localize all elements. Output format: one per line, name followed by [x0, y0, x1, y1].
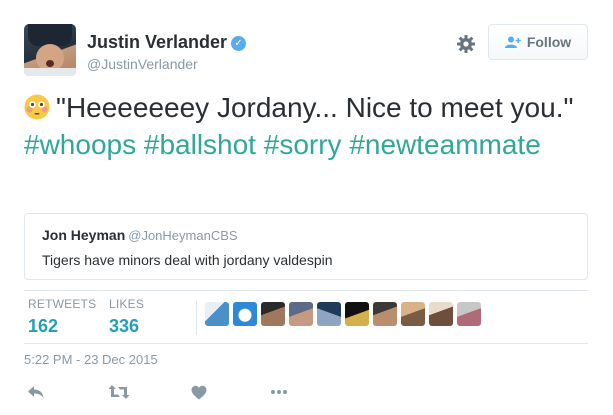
- retweets-count: 162: [28, 316, 59, 336]
- liker-avatar[interactable]: [373, 302, 397, 326]
- author-names: Justin Verlander ✓ @JustinVerlander: [87, 32, 247, 72]
- verified-badge-icon: ✓: [231, 36, 247, 51]
- more-button[interactable]: [270, 380, 288, 404]
- liker-avatars: [205, 302, 481, 326]
- like-heart-icon: [191, 385, 207, 399]
- likes-count: 336: [109, 316, 140, 336]
- tweet-timestamp[interactable]: 5:22 PM - 23 Dec 2015: [24, 352, 158, 367]
- tweet-actions: [24, 380, 588, 404]
- author-name[interactable]: Justin Verlander: [87, 32, 227, 53]
- retweet-icon: [108, 385, 130, 399]
- tweet-header: Justin Verlander ✓ @JustinVerlander Follo…: [24, 24, 589, 76]
- reply-icon: [28, 386, 44, 398]
- follow-button-label: Follow: [526, 34, 572, 50]
- avatar[interactable]: [24, 24, 76, 76]
- liker-avatar[interactable]: [317, 302, 341, 326]
- tweet-stats: RETWEETS 162 LIKES 336: [24, 290, 588, 344]
- hashtag-whoops[interactable]: #whoops: [24, 129, 136, 160]
- liker-avatar[interactable]: [429, 302, 453, 326]
- quoted-tweet[interactable]: Jon Heyman @JonHeymanCBS Tigers have mino…: [24, 213, 588, 280]
- liker-avatar[interactable]: [345, 302, 369, 326]
- liker-avatar[interactable]: [401, 302, 425, 326]
- quoted-tweet-header: Jon Heyman @JonHeymanCBS: [42, 227, 238, 243]
- likes-stat[interactable]: LIKES 336: [109, 297, 144, 337]
- reply-button[interactable]: [27, 380, 45, 404]
- stats-divider: [196, 301, 197, 335]
- tweet-quote-text: "Heeeeeeey Jordany... Nice to meet you.": [56, 92, 574, 123]
- liker-avatar[interactable]: [261, 302, 285, 326]
- follow-person-icon: [504, 36, 521, 48]
- liker-avatar[interactable]: [205, 302, 229, 326]
- flushed-face-emoji: [24, 94, 50, 120]
- retweets-stat[interactable]: RETWEETS 162: [28, 297, 96, 337]
- follow-button[interactable]: Follow: [488, 24, 588, 60]
- retweets-label: RETWEETS: [28, 297, 97, 311]
- like-button[interactable]: [191, 380, 207, 404]
- hashtag-sorry[interactable]: #sorry: [264, 129, 342, 160]
- retweet-button[interactable]: [108, 380, 130, 404]
- liker-avatar[interactable]: [457, 302, 481, 326]
- more-icon: [271, 390, 287, 394]
- liker-avatar[interactable]: [233, 302, 257, 326]
- hashtag-newteammate[interactable]: #newteammate: [349, 129, 540, 160]
- liker-avatar[interactable]: [289, 302, 313, 326]
- author-handle[interactable]: @JustinVerlander: [87, 56, 246, 72]
- hashtag-ballshot[interactable]: #ballshot: [144, 129, 256, 160]
- tweet-text: "Heeeeeeey Jordany... Nice to meet you."…: [24, 89, 584, 163]
- quoted-tweet-text: Tigers have minors deal with jordany val…: [42, 252, 333, 268]
- likes-label: LIKES: [109, 297, 145, 311]
- gear-icon[interactable]: [457, 35, 475, 53]
- quoted-author-name: Jon Heyman: [42, 227, 126, 243]
- quoted-author-handle: @JonHeymanCBS: [128, 228, 238, 243]
